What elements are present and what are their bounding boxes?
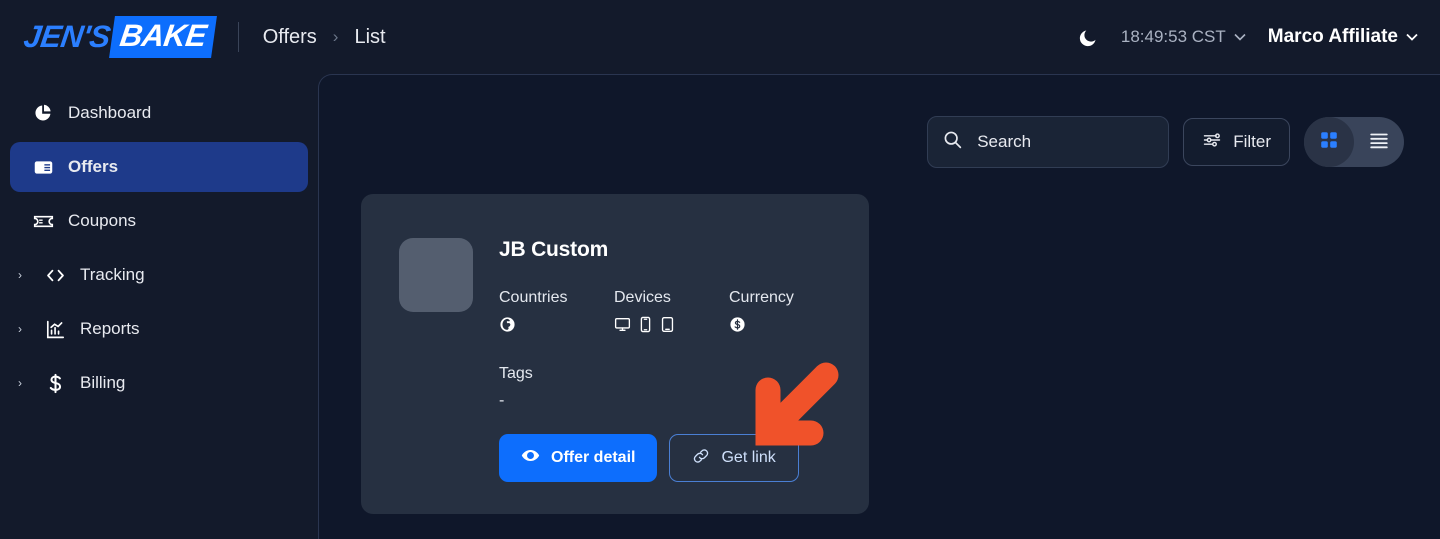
filter-button[interactable]: Filter [1183,118,1290,166]
search-input-wrapper[interactable] [927,116,1170,168]
breadcrumb: Offers › List [263,26,386,49]
mobile-icon [639,316,652,338]
sidebar-item-reports[interactable]: › Reports [10,304,308,354]
ticket-icon [32,210,54,232]
brand-logo[interactable]: JEN'S BAKE [21,16,217,58]
sidebar-item-label: Coupons [68,211,137,230]
offer-tags-value: - [499,392,505,409]
sidebar: Dashboard Offers Coupons › Tracking › Re… [0,74,318,539]
moon-icon[interactable] [1078,27,1099,48]
sidebar-item-dashboard[interactable]: Dashboard [10,88,308,138]
offer-detail-label: Offer detail [551,449,636,466]
sidebar-item-label: Billing [80,373,126,392]
view-mode-toggle[interactable] [1304,117,1404,167]
dollar-icon [44,372,66,394]
header-actions: 18:49:53 CST Marco Affiliate [1078,0,1418,74]
list-view-icon [1368,129,1390,156]
meta-label: Currency [729,289,794,306]
offer-card[interactable]: JB Custom Countries Devices Currency Tag… [361,194,869,514]
get-link-button[interactable]: Get link [669,434,799,482]
main-content-panel: Filter JB Custom [318,74,1440,539]
offer-meta-devices: Devices [614,289,729,338]
search-input[interactable] [977,132,1138,152]
brand-logo-part2: BAKE [108,16,217,58]
breadcrumb-item-list[interactable]: List [354,26,385,49]
sidebar-item-label: Tracking [80,265,145,284]
get-link-label: Get link [721,449,776,466]
chevron-down-icon [1234,30,1246,44]
user-name: Marco Affiliate [1267,26,1398,47]
sliders-icon [1202,130,1222,155]
expand-chevron-icon: › [18,322,22,336]
breadcrumb-item-offers[interactable]: Offers [263,26,317,49]
eye-icon [521,446,540,470]
offer-meta-countries: Countries [499,289,614,338]
desktop-icon [614,316,631,338]
meta-icons [614,316,729,338]
offers-list-icon [32,156,54,178]
chain-link-icon [692,447,710,470]
grid-view-button[interactable] [1304,117,1354,167]
user-menu[interactable]: Marco Affiliate [1268,26,1418,48]
chevron-down-icon [1406,30,1418,44]
offer-title: JB Custom [499,238,609,261]
meta-label: Countries [499,289,568,306]
sidebar-item-offers[interactable]: Offers [10,142,308,192]
sidebar-item-label: Reports [80,319,140,338]
sidebar-item-label: Offers [68,157,119,176]
offer-card-actions: Offer detail Get link [499,434,799,482]
sidebar-item-billing[interactable]: › Billing [10,358,308,408]
meta-label: Devices [614,289,671,306]
sidebar-item-label: Dashboard [68,103,152,122]
pie-chart-icon [32,102,54,124]
app-root: JEN'S BAKE Offers › List 18:49:53 CST Ma… [0,0,1440,539]
filter-button-label: Filter [1233,132,1271,151]
list-view-button[interactable] [1354,117,1404,167]
offer-meta-row: Countries Devices Currency [499,289,799,338]
offer-meta-currency: Currency [729,289,794,338]
bar-chart-icon [44,318,66,340]
timezone-selector[interactable]: 18:49:53 CST [1121,27,1246,47]
globe-icon [499,316,516,338]
dollar-circle-icon [729,316,746,338]
meta-icons [499,316,614,338]
tablet-icon [660,316,675,338]
current-time: 18:49:53 CST [1120,27,1226,46]
grid-view-icon [1318,129,1340,156]
offer-tags-label: Tags [499,365,533,382]
brand-logo-part1: JEN'S [21,19,113,54]
top-bar: JEN'S BAKE Offers › List 18:49:53 CST Ma… [0,0,1440,74]
sidebar-item-tracking[interactable]: › Tracking [10,250,308,300]
expand-chevron-icon: › [18,268,22,282]
meta-icons [729,316,794,338]
offer-thumbnail-placeholder [399,238,473,312]
code-icon [44,264,66,286]
content-toolbar: Filter [927,116,1404,168]
search-icon [942,129,963,155]
sidebar-item-coupons[interactable]: Coupons [10,196,308,246]
expand-chevron-icon: › [18,376,22,390]
offer-detail-button[interactable]: Offer detail [499,434,658,482]
breadcrumb-separator: › [332,27,339,46]
header-divider [237,22,239,52]
